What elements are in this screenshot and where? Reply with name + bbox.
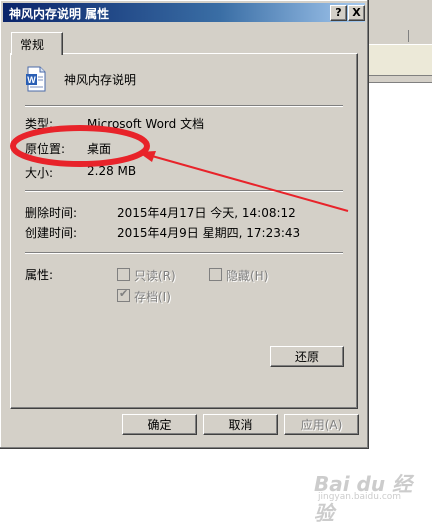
background-toolbar	[368, 44, 432, 76]
title-bar[interactable]: 神风内存说明 属性 ? X	[3, 3, 365, 22]
type-value: Microsoft Word 文档	[87, 117, 205, 131]
archive-label: 存档(I)	[134, 290, 171, 304]
properties-dialog: 神风内存说明 属性 ? X 常规 W 神风内存说明 类型: Microsoft …	[0, 0, 369, 449]
archive-checkbox[interactable]: ✔	[117, 287, 130, 302]
word-document-icon: W	[26, 66, 46, 92]
deleted-label: 删除时间:	[25, 206, 78, 220]
window-title: 神风内存说明 属性	[9, 7, 110, 21]
ok-button[interactable]: 确定	[122, 414, 197, 435]
size-value: 2.28 MB	[87, 164, 137, 178]
separator	[25, 252, 343, 254]
help-button[interactable]: ?	[330, 5, 347, 21]
checkmark-icon: ✔	[119, 287, 129, 300]
watermark-url: jingyan.baidu.com	[318, 492, 402, 502]
type-label: 类型:	[25, 117, 54, 131]
tab-general[interactable]: 常规	[11, 32, 63, 55]
size-label: 大小:	[25, 166, 54, 180]
tab-general-label: 常规	[20, 38, 45, 52]
background-content	[368, 100, 432, 513]
created-value: 2015年4月9日 星期四, 17:23:43	[117, 226, 301, 240]
deleted-value: 2015年4月17日 今天, 14:08:12	[117, 206, 296, 220]
restore-button[interactable]: 还原	[270, 346, 344, 367]
location-label: 原位置:	[25, 142, 66, 156]
location-value: 桌面	[87, 142, 112, 156]
separator	[25, 190, 343, 192]
readonly-checkbox[interactable]	[117, 268, 130, 281]
apply-button[interactable]: 应用(A)	[284, 414, 359, 435]
background-window	[368, 0, 432, 513]
background-header	[368, 82, 432, 101]
svg-text:W: W	[27, 75, 36, 85]
attributes-label: 属性:	[25, 268, 54, 282]
close-button[interactable]: X	[348, 5, 365, 21]
cancel-button[interactable]: 取消	[203, 414, 278, 435]
created-label: 创建时间:	[25, 226, 78, 240]
background-divider	[408, 30, 409, 42]
file-name: 神风内存说明	[64, 73, 137, 87]
readonly-label: 只读(R)	[134, 269, 176, 283]
hidden-label: 隐藏(H)	[226, 269, 269, 283]
separator	[25, 105, 343, 107]
hidden-checkbox[interactable]	[209, 268, 222, 281]
